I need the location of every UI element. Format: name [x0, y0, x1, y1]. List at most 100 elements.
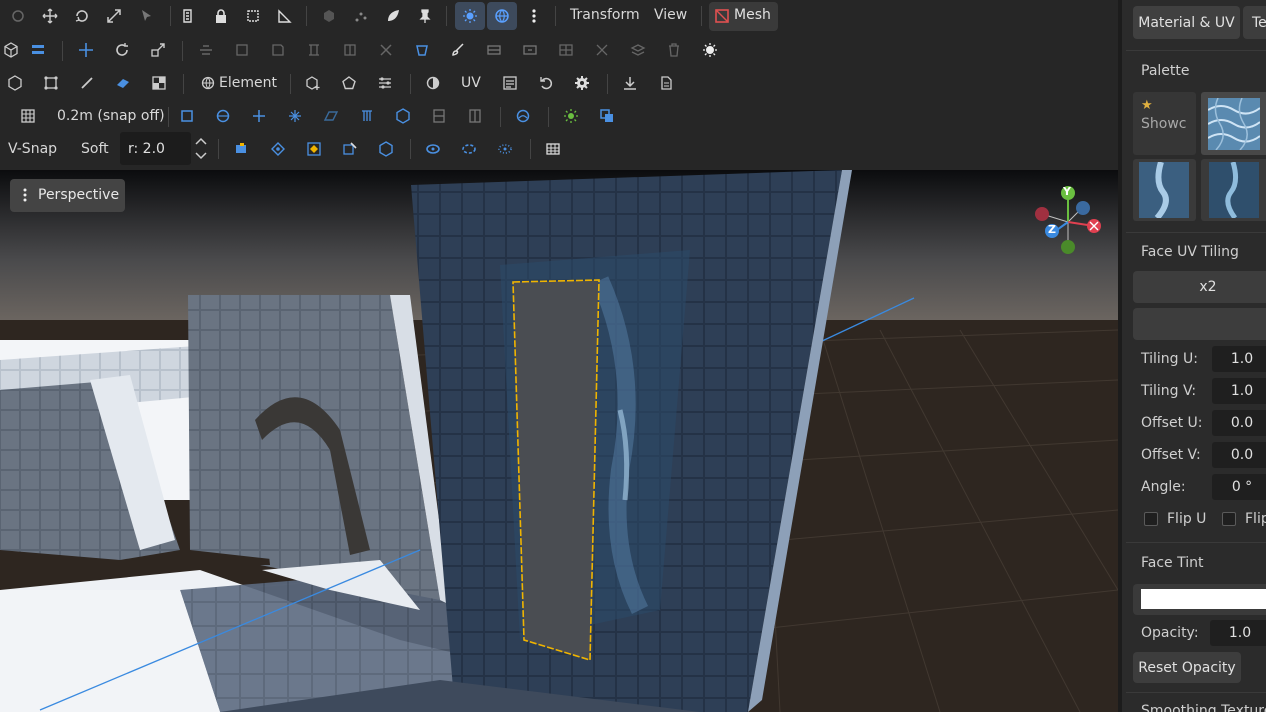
- material-sphere-icon[interactable]: [422, 72, 444, 94]
- snap-star-icon[interactable]: [284, 105, 306, 127]
- layers-icon[interactable]: [27, 39, 49, 61]
- snap-box-icon[interactable]: [176, 105, 198, 127]
- split-icon[interactable]: [339, 39, 361, 61]
- tab-texture[interactable]: Te: [1243, 6, 1266, 39]
- palette-showcase-tile[interactable]: ★ Showc: [1133, 92, 1196, 155]
- document-edit-icon[interactable]: [178, 5, 200, 27]
- link-dotted-icon[interactable]: [494, 138, 516, 160]
- columns-icon[interactable]: [303, 39, 325, 61]
- 3d-viewport[interactable]: Perspective Y Z: [0, 170, 1118, 712]
- more-vertical-icon[interactable]: [523, 5, 545, 27]
- link-dashed-icon[interactable]: [458, 138, 480, 160]
- vsnap-tool-icon[interactable]: [339, 138, 361, 160]
- object-mode-icon[interactable]: [4, 72, 26, 94]
- bucket-icon[interactable]: [411, 39, 433, 61]
- transform-menu[interactable]: Transform: [570, 7, 640, 23]
- overlap-squares-icon[interactable]: [596, 105, 618, 127]
- flip-v-checkbox[interactable]: [1222, 512, 1236, 526]
- soft-label[interactable]: Soft: [81, 141, 109, 157]
- palette-tile-4[interactable]: [1201, 159, 1266, 221]
- list-icon[interactable]: [499, 72, 521, 94]
- grid-icon[interactable]: [17, 105, 39, 127]
- mesh-button[interactable]: Mesh: [709, 2, 778, 31]
- vsnap-diamond-icon[interactable]: [267, 138, 289, 160]
- pin-icon[interactable]: [414, 5, 436, 27]
- vsnap-camera-icon[interactable]: [231, 138, 253, 160]
- offset-u-field[interactable]: 0.0: [1212, 410, 1266, 436]
- pointer-icon[interactable]: [135, 5, 157, 27]
- light-icon[interactable]: [699, 39, 721, 61]
- bounds-icon[interactable]: [242, 5, 264, 27]
- pentagon-icon[interactable]: [338, 72, 360, 94]
- vsnap-target-icon[interactable]: [303, 138, 325, 160]
- brush-icon[interactable]: [447, 39, 469, 61]
- flip-u-checkbox[interactable]: [1144, 512, 1158, 526]
- snap-plane-icon[interactable]: [320, 105, 342, 127]
- frame-icon[interactable]: [231, 39, 253, 61]
- bridge-icon[interactable]: [519, 39, 541, 61]
- merge-icon[interactable]: [591, 39, 613, 61]
- align-icon[interactable]: [195, 39, 217, 61]
- radius-input[interactable]: r: 2.0: [120, 132, 191, 165]
- rotate-icon[interactable]: [71, 5, 93, 27]
- reset-opacity-button[interactable]: Reset Opacity: [1133, 652, 1241, 683]
- vertex-mode-icon[interactable]: [40, 72, 62, 94]
- grid-split-icon[interactable]: [483, 39, 505, 61]
- snap-columns-icon[interactable]: [464, 105, 486, 127]
- element-dropdown[interactable]: Element: [219, 75, 277, 91]
- face-icon[interactable]: [267, 39, 289, 61]
- move-icon[interactable]: [39, 5, 61, 27]
- opacity-field[interactable]: 1.0: [1210, 620, 1266, 646]
- angle-field[interactable]: 0 °: [1212, 474, 1266, 500]
- perspective-button[interactable]: Perspective: [10, 179, 125, 212]
- snap-hex-icon[interactable]: [392, 105, 414, 127]
- stepper-down-icon[interactable]: [193, 148, 209, 163]
- sun-snap-icon[interactable]: [459, 5, 481, 27]
- sun-green-icon[interactable]: [560, 105, 582, 127]
- tab-material-uv[interactable]: Material & UV: [1133, 6, 1240, 39]
- palette-tile-3[interactable]: [1133, 159, 1196, 221]
- undo-icon[interactable]: [535, 72, 557, 94]
- scale-icon[interactable]: [103, 5, 125, 27]
- add-cube-icon[interactable]: [302, 72, 324, 94]
- checker-icon[interactable]: [148, 72, 170, 94]
- keyboard-icon[interactable]: [542, 138, 564, 160]
- snap-bars-icon[interactable]: [428, 105, 450, 127]
- snap-orbit-icon[interactable]: [512, 105, 534, 127]
- tint-color-swatch[interactable]: [1133, 584, 1266, 615]
- snap-pillar-icon[interactable]: [356, 105, 378, 127]
- link-ellipse-icon[interactable]: [422, 138, 444, 160]
- view-gizmo[interactable]: Y Z: [1030, 182, 1106, 258]
- stepper-up-icon[interactable]: [193, 133, 209, 148]
- sliders-icon[interactable]: [374, 72, 396, 94]
- snap-size-dropdown[interactable]: 0.2m (snap off): [57, 108, 165, 124]
- file-icon[interactable]: [655, 72, 677, 94]
- view-menu[interactable]: View: [654, 7, 687, 23]
- snap-sphere-icon[interactable]: [212, 105, 234, 127]
- stack-icon[interactable]: [627, 39, 649, 61]
- crosshair-icon[interactable]: [75, 39, 97, 61]
- settings-icon[interactable]: [571, 72, 593, 94]
- select-disabled-icon[interactable]: [7, 5, 29, 27]
- tiling-u-field[interactable]: 1.0: [1212, 346, 1266, 372]
- dots-icon[interactable]: [350, 5, 372, 27]
- leaf-icon[interactable]: [382, 5, 404, 27]
- uv-button[interactable]: UV: [461, 75, 481, 91]
- edge-mode-icon[interactable]: [76, 72, 98, 94]
- tiling-v-field[interactable]: 1.0: [1212, 378, 1266, 404]
- cube-icon[interactable]: [0, 39, 22, 61]
- cross-icon[interactable]: [375, 39, 397, 61]
- globe-icon[interactable]: [491, 5, 513, 27]
- offset-v-field[interactable]: 0.0: [1212, 442, 1266, 468]
- vsnap-label[interactable]: V-Snap: [8, 141, 57, 157]
- tiling-preset-button[interactable]: [1133, 308, 1266, 340]
- vsnap-cube-icon[interactable]: [375, 138, 397, 160]
- refresh-icon[interactable]: [111, 39, 133, 61]
- cube-outline-icon[interactable]: [318, 5, 340, 27]
- resize-icon[interactable]: [147, 39, 169, 61]
- lock-icon[interactable]: [210, 5, 232, 27]
- palette-water-tile[interactable]: [1201, 92, 1266, 155]
- trash-icon[interactable]: [663, 39, 685, 61]
- face-mode-icon[interactable]: [112, 72, 134, 94]
- import-icon[interactable]: [619, 72, 641, 94]
